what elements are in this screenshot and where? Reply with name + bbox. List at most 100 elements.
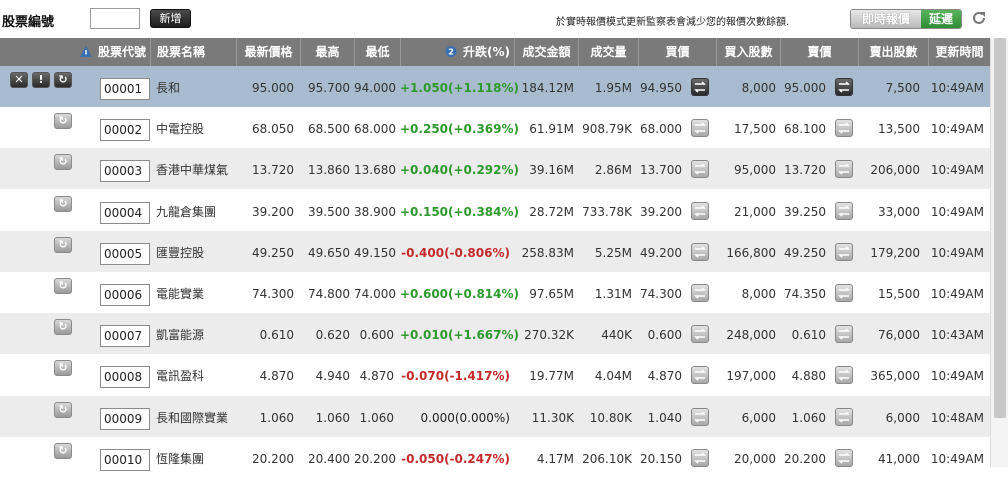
bid-quantity: 6,000 [741, 410, 776, 425]
col-header-bid-qty[interactable]: 買入股數 [716, 38, 780, 66]
volume: 733.78K [582, 204, 632, 219]
last-price: 4.870 [259, 369, 294, 384]
ask-price: 74.350 [784, 287, 826, 301]
trade-ask-icon[interactable] [835, 160, 853, 179]
bid-price: 1.040 [647, 410, 682, 425]
table-row[interactable]: ↻ 00009 長和國際實業 1.060 1.060 1.060 0.000(0.000%)… [0, 395, 990, 437]
col-header-turnover[interactable]: 成交金額 [514, 38, 578, 66]
stock-code-field[interactable]: 00007 [100, 325, 150, 348]
bid-quantity: 20,000 [734, 451, 776, 466]
stock-code-field[interactable]: 00009 [100, 407, 150, 430]
trade-ask-icon[interactable] [835, 242, 853, 261]
stock-code-field[interactable]: 00006 [100, 284, 150, 306]
info-icon[interactable] [79, 46, 92, 57]
stock-code-field[interactable]: 00002 [100, 119, 150, 142]
table-row[interactable]: ↻ 00002 中電控股 68.050 68.500 68.000 +0.250(+0.36… [0, 107, 990, 148]
refresh-row-icon[interactable]: ↻ [54, 72, 72, 88]
refresh-row-icon[interactable]: ↻ [54, 401, 72, 418]
col-header-low[interactable]: 最低 [354, 38, 400, 66]
trade-ask-icon[interactable] [835, 284, 853, 302]
low-price: 4.870 [359, 369, 394, 384]
alert-icon[interactable]: ! [32, 72, 50, 88]
low-price: 49.150 [354, 245, 396, 260]
col-header-bid[interactable]: 買價 [638, 38, 716, 66]
trade-bid-icon[interactable] [691, 284, 709, 302]
stock-code-field[interactable]: 00005 [100, 242, 150, 265]
vertical-scrollbar[interactable] [990, 38, 1008, 467]
delayed-mode-option[interactable]: 延遲 [921, 10, 961, 28]
col-header-code[interactable]: 股票代號 [69, 38, 150, 66]
trade-ask-icon[interactable] [835, 366, 853, 385]
table-row[interactable]: ↻ 00008 電訊盈科 4.870 4.940 4.870 -0.070(-1.417%)… [0, 354, 990, 395]
trade-bid-icon[interactable] [691, 119, 709, 138]
table-row[interactable]: ↻ 00010 恆隆集團 20.200 20.400 20.200 -0.050(-0.24… [0, 437, 990, 478]
stock-code-field[interactable]: 00003 [100, 160, 150, 183]
add-stock-button[interactable]: 新增 [150, 9, 191, 28]
table-row[interactable]: ↻ 00005 匯豐控股 49.250 49.650 49.150 -0.400(-0.80… [0, 230, 990, 272]
trade-bid-icon[interactable] [691, 78, 709, 96]
stock-code-field[interactable]: 00008 [100, 366, 150, 389]
trade-ask-icon[interactable] [835, 201, 853, 220]
ask-quantity: 15,500 [878, 287, 920, 301]
col-header-name[interactable]: 股票名稱 [150, 38, 236, 66]
volume: 1.31M [594, 287, 632, 301]
bid-quantity: 95,000 [734, 163, 776, 178]
realtime-mode-option[interactable]: 即時報價 [851, 10, 921, 28]
trade-bid-icon[interactable] [691, 201, 709, 220]
trade-ask-icon[interactable] [835, 325, 853, 344]
stock-code-input[interactable] [90, 8, 140, 29]
trade-bid-icon[interactable] [691, 325, 709, 344]
info-icon[interactable]: 2 [445, 46, 457, 57]
ask-price: 49.250 [784, 245, 826, 260]
bid-quantity: 166,800 [726, 245, 776, 260]
col-header-ask[interactable]: 賣價 [780, 38, 858, 66]
stock-code-field[interactable]: 00004 [100, 201, 150, 224]
trade-ask-icon[interactable] [835, 119, 853, 138]
table-row[interactable]: ↻ 00003 香港中華煤氣 13.720 13.860 13.680 +0.040(+0.… [0, 148, 990, 190]
refresh-all-icon[interactable] [970, 9, 988, 27]
quote-mode-toggle[interactable]: 即時報價 延遲 [850, 9, 962, 29]
scrollbar-thumb[interactable] [994, 38, 1006, 418]
bid-price: 39.200 [640, 204, 682, 219]
low-price: 68.000 [354, 122, 396, 137]
price-change: 0.000(0.000%) [420, 410, 510, 425]
update-time: 10:49AM [930, 287, 984, 301]
update-time: 10:49AM [930, 204, 984, 219]
stock-code-field[interactable]: 00010 [100, 448, 150, 471]
refresh-row-icon[interactable]: ↻ [54, 319, 72, 336]
refresh-row-icon[interactable]: ↻ [54, 154, 72, 171]
trade-ask-icon[interactable] [835, 407, 853, 426]
col-header-high[interactable]: 最高 [300, 38, 354, 66]
trade-ask-icon[interactable] [835, 448, 853, 467]
trade-bid-icon[interactable] [691, 160, 709, 179]
refresh-row-icon[interactable]: ↻ [54, 195, 72, 212]
table-row[interactable]: ↻ 00006 電能實業 74.300 74.800 74.000 +0.600(+0.81… [0, 272, 990, 313]
table-row[interactable]: ↻ 00004 九龍倉集團 39.200 39.500 38.900 +0.150(+0.3… [0, 190, 990, 231]
update-time: 10:49AM [930, 163, 984, 178]
col-header-volume[interactable]: 成交量 [578, 38, 638, 66]
high-price: 74.800 [308, 287, 350, 301]
refresh-row-icon[interactable]: ↻ [54, 278, 72, 294]
ask-quantity: 33,000 [878, 204, 920, 219]
volume: 4.04M [594, 369, 632, 384]
col-header-ask-qty[interactable]: 賣出股數 [858, 38, 928, 66]
trade-bid-icon[interactable] [691, 366, 709, 385]
refresh-row-icon[interactable]: ↻ [54, 360, 72, 377]
col-header-change[interactable]: 2 升跌(%) [400, 38, 514, 66]
col-header-time[interactable]: 更新時間 [928, 38, 990, 66]
update-time: 10:49AM [930, 81, 984, 95]
refresh-row-icon[interactable]: ↻ [54, 442, 72, 459]
trade-bid-icon[interactable] [691, 448, 709, 467]
col-header-last[interactable]: 最新價格 [236, 38, 300, 66]
table-row[interactable]: ✕! ↻ 00001 長和 95.000 95.700 94.000 +1.050(+1.11… [0, 66, 990, 107]
last-price: 0.610 [259, 328, 294, 343]
trade-bid-icon[interactable] [691, 242, 709, 261]
ask-price: 95.000 [784, 81, 826, 95]
trade-ask-icon[interactable] [835, 78, 853, 96]
refresh-row-icon[interactable]: ↻ [54, 113, 72, 130]
trade-bid-icon[interactable] [691, 407, 709, 426]
refresh-row-icon[interactable]: ↻ [54, 236, 72, 253]
stock-code-field[interactable]: 00001 [100, 78, 150, 100]
table-row[interactable]: ↻ 00007 凱富能源 0.610 0.620 0.600 +0.010(+1.667%)… [0, 313, 990, 355]
remove-icon[interactable]: ✕ [10, 72, 28, 88]
